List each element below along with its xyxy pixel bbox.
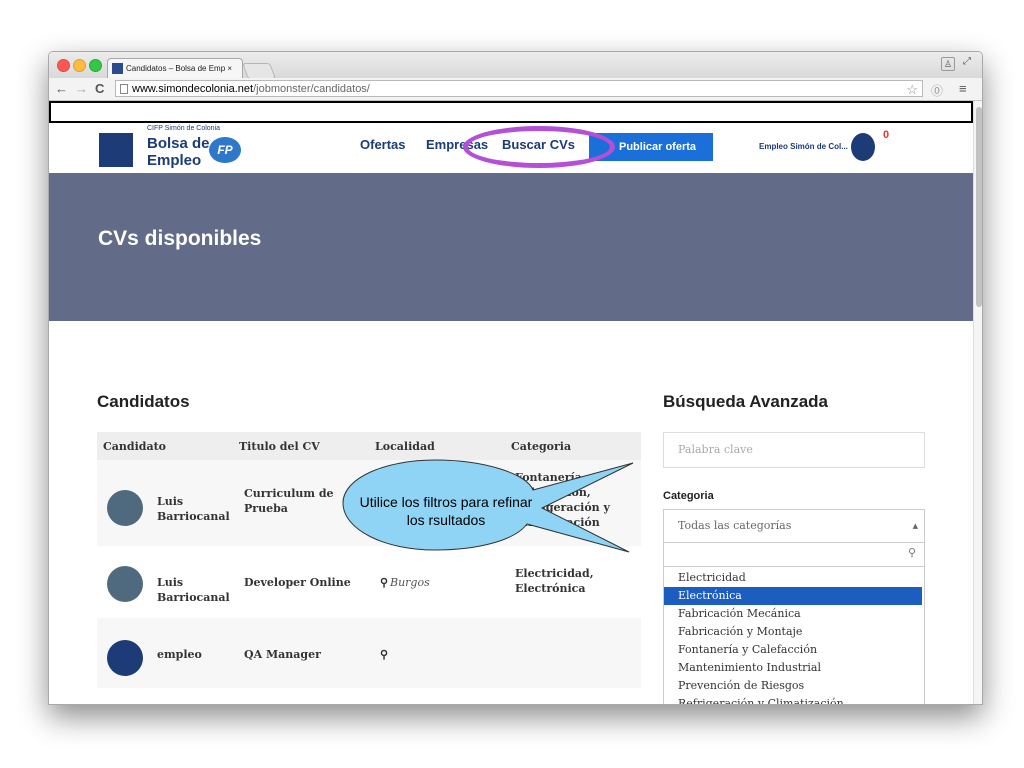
tab-title: Candidatos – Bolsa de Emp × <box>126 64 233 73</box>
page-hero: CVs disponibles <box>49 173 973 321</box>
category-option[interactable]: Fabricación y Montaje <box>664 623 922 641</box>
browser-window: Candidatos – Bolsa de Emp × ♙ ⤢ ← → C ww… <box>48 51 983 705</box>
logo-line1: Bolsa de <box>147 135 210 152</box>
logo-line2: Empleo <box>147 152 202 169</box>
table-row[interactable]: empleo QA Manager ⚲ <box>97 618 641 688</box>
category-option[interactable]: Prevención de Riesgos <box>664 677 922 695</box>
search-icon: ⚲ <box>907 547 916 559</box>
reload-icon[interactable]: C <box>95 81 104 96</box>
page-viewport: CIFP Simón de Colonia Bolsa de Empleo FP… <box>49 101 973 704</box>
category-select[interactable]: Todas las categorías ▲ <box>663 509 925 543</box>
category-option[interactable]: Refrigeración y Climatización <box>664 695 922 704</box>
category-dropdown: Electricidad Electrónica Fabricación Mec… <box>663 567 925 704</box>
map-pin-icon: ⚲ <box>380 648 389 661</box>
cv-title[interactable]: Curriculum de Prueba <box>244 486 344 516</box>
candidate-avatar <box>107 490 143 526</box>
category-label: Categoria <box>663 490 714 502</box>
extension-icon[interactable]: ⓪ <box>931 82 943 99</box>
site-logo[interactable]: CIFP Simón de Colonia Bolsa de Empleo FP <box>99 125 249 171</box>
cv-location: Burgos <box>390 576 430 589</box>
title-bar: Candidatos – Bolsa de Emp × ♙ ⤢ <box>49 52 982 79</box>
category-option[interactable]: Fabricación Mecánica <box>664 605 922 623</box>
map-pin-icon: ⚲ <box>380 576 389 589</box>
cv-title[interactable]: Developer Online <box>244 575 364 590</box>
logo-cifp: CIFP Simón de Colonia <box>147 125 221 132</box>
admin-bar <box>49 101 973 123</box>
notification-badge: 0 <box>883 129 890 141</box>
scrollbar-thumb[interactable] <box>976 107 982 307</box>
candidate-avatar <box>107 566 143 602</box>
browser-tab[interactable]: Candidatos – Bolsa de Emp × <box>107 58 243 78</box>
back-arrow-icon[interactable]: ← <box>55 81 68 96</box>
simon-logo-icon <box>99 133 133 167</box>
callout-text: Utilice los filtros para refinar los rsu… <box>359 494 533 528</box>
close-window-button[interactable] <box>57 59 70 72</box>
category-option[interactable]: Electricidad <box>664 569 922 587</box>
keyword-input[interactable]: Palabra clave <box>663 432 925 468</box>
user-avatar[interactable] <box>851 133 875 161</box>
cv-category: Electricidad, Electrónica <box>515 567 594 595</box>
category-search-input[interactable]: ⚲ <box>663 543 925 567</box>
candidate-name[interactable]: empleo <box>157 647 227 662</box>
col-titulo: Titulo del CV <box>239 440 320 453</box>
candidate-name[interactable]: Luis Barriocanal <box>157 575 230 605</box>
candidate-name[interactable]: Luis Barriocanal <box>157 494 230 524</box>
category-selected: Todas las categorías <box>678 519 792 532</box>
page-title: CVs disponibles <box>98 227 262 250</box>
cv-title[interactable]: QA Manager <box>244 647 364 662</box>
candidate-avatar <box>107 640 143 676</box>
minimize-window-button[interactable] <box>73 59 86 72</box>
menu-icon[interactable]: ≡ <box>959 81 967 96</box>
category-option[interactable]: Mantenimiento Industrial <box>664 659 922 677</box>
candidates-title: Candidatos <box>97 392 190 411</box>
page-scrollbar[interactable] <box>973 101 982 704</box>
browser-toolbar: ← → C www.simondecolonia.net/jobmonster/… <box>49 78 982 101</box>
fp-logo: FP <box>209 137 241 163</box>
zoom-window-button[interactable] <box>89 59 102 72</box>
profile-icon[interactable]: ♙ <box>941 57 955 71</box>
forward-arrow-icon[interactable]: → <box>75 81 88 96</box>
page-icon <box>120 84 128 94</box>
advanced-search-title: Búsqueda Avanzada <box>663 392 829 411</box>
url-path: /jobmonster/candidatos/ <box>253 83 370 95</box>
fullscreen-icon[interactable]: ⤢ <box>963 56 971 67</box>
category-option[interactable]: Fontanería y Calefacción <box>664 641 922 659</box>
new-tab-button[interactable] <box>242 63 276 79</box>
category-option-selected[interactable]: Electrónica <box>664 587 922 605</box>
user-menu[interactable]: Empleo Simón de Col... <box>759 142 848 151</box>
bookmark-star-icon[interactable]: ☆ <box>906 81 918 98</box>
nav-ofertas[interactable]: Ofertas <box>360 137 406 152</box>
highlight-ellipse <box>463 126 615 168</box>
caret-up-icon: ▲ <box>912 522 918 530</box>
favicon-icon <box>112 63 123 74</box>
address-bar[interactable]: www.simondecolonia.net/jobmonster/candid… <box>115 80 923 97</box>
url-domain: www.simondecolonia.net <box>132 83 254 95</box>
site-header: CIFP Simón de Colonia Bolsa de Empleo FP… <box>49 123 973 173</box>
col-candidato: Candidato <box>103 440 166 453</box>
